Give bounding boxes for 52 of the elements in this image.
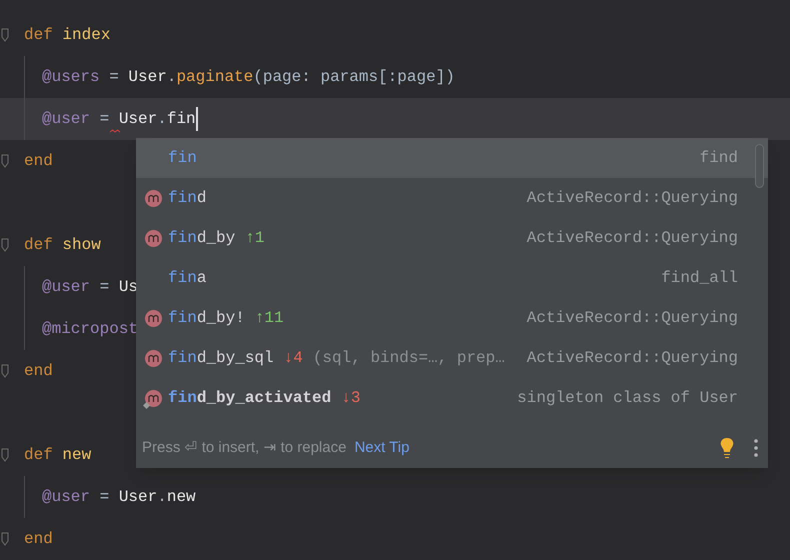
completion-name: find_by_sql xyxy=(168,348,274,369)
type-hint: ActiveRecord::Querying xyxy=(526,348,738,369)
method-icon xyxy=(145,230,162,246)
code-line: @users = User.paginate(page: params[:page]) xyxy=(42,67,455,88)
fold-icon[interactable] xyxy=(1,364,9,378)
hint-text: Press ⏎ to insert, ⇥ to replace xyxy=(142,438,346,458)
scrollbar-thumb[interactable] xyxy=(755,144,764,188)
code-line: end xyxy=(24,361,53,382)
method-icon xyxy=(145,310,162,326)
completion-item[interactable]: find ActiveRecord::Querying xyxy=(136,178,768,218)
code-line: def index xyxy=(24,25,110,46)
completion-item[interactable]: find_by_sql ↓4 (sql, binds=…, prep… ActiveRecord::Querying xyxy=(136,338,768,378)
type-hint: ActiveRecord::Querying xyxy=(526,228,738,249)
completion-item[interactable]: find_by_activated ↓3 singleton class of User xyxy=(136,378,768,418)
fold-icon[interactable] xyxy=(1,154,9,168)
type-hint: find_all xyxy=(661,268,738,289)
completion-item[interactable]: find_by! ↑11 ActiveRecord::Querying xyxy=(136,298,768,338)
type-hint: singleton class of User xyxy=(517,388,738,409)
code-line: end xyxy=(24,529,53,550)
completion-name: fina xyxy=(168,268,206,289)
rank-change: ↑1 xyxy=(245,228,264,249)
completion-name: find xyxy=(168,188,206,209)
fold-icon[interactable] xyxy=(1,238,9,252)
code-line: end xyxy=(24,151,53,172)
lightbulb-icon[interactable] xyxy=(720,437,734,459)
type-hint: ActiveRecord::Querying xyxy=(526,188,738,209)
completion-name: find_by xyxy=(168,228,236,249)
completion-item[interactable]: fina find_all xyxy=(136,258,768,298)
type-hint: find xyxy=(700,148,738,169)
code-line: @user = User.fin xyxy=(42,109,196,130)
type-hint: ActiveRecord::Querying xyxy=(526,308,738,329)
fold-icon[interactable] xyxy=(1,532,9,546)
method-icon xyxy=(145,190,162,206)
code-line: @micropost xyxy=(42,319,138,340)
parameter-hint: (sql, binds=…, prep… xyxy=(312,348,505,369)
rank-change: ↑11 xyxy=(254,308,284,329)
method-icon xyxy=(145,350,162,366)
code-line: def show xyxy=(24,235,101,256)
completion-name: find_by_activated xyxy=(168,388,332,409)
fold-icon[interactable] xyxy=(1,28,9,42)
code-line: def new xyxy=(24,445,92,466)
completion-item[interactable]: find_by ↑1 ActiveRecord::Querying xyxy=(136,218,768,258)
method-icon xyxy=(145,390,162,406)
fold-icon[interactable] xyxy=(1,448,9,462)
code-line: @user = Us xyxy=(42,277,138,298)
code-line: @user = User.new xyxy=(42,487,196,508)
completion-name: fin xyxy=(168,148,197,169)
next-tip-link[interactable]: Next Tip xyxy=(354,436,410,460)
completion-name: find_by! xyxy=(168,308,245,329)
rank-change: ↓4 xyxy=(284,348,303,369)
more-options-icon[interactable] xyxy=(754,438,758,458)
rank-change: ↓3 xyxy=(341,388,360,409)
